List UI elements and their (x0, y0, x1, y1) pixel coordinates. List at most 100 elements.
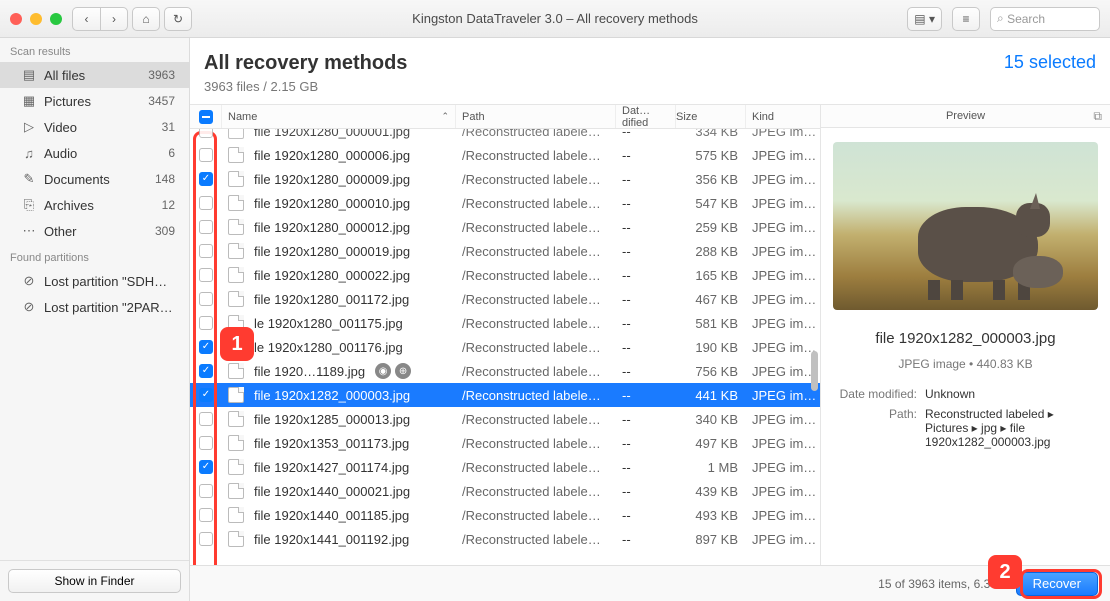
sidebar-item-count: 12 (162, 198, 179, 212)
file-size: 897 KB (676, 532, 746, 547)
file-path: /Reconstructed labele… (456, 316, 616, 331)
close-icon[interactable] (10, 13, 22, 25)
file-icon (228, 171, 244, 187)
table-row[interactable]: file 1920x1440_001185.jpg /Reconstructed… (190, 503, 820, 527)
col-date[interactable]: Dat…dified (616, 105, 676, 128)
table-row[interactable]: file 1920x1280_000006.jpg /Reconstructed… (190, 143, 820, 167)
sidebar-item-label: Lost partition "2PAR… (44, 300, 173, 315)
table-row[interactable]: file 1920x1427_001174.jpg /Reconstructed… (190, 455, 820, 479)
zoom-icon[interactable] (50, 13, 62, 25)
preview-icon[interactable]: ◉ (375, 363, 391, 379)
file-kind: JPEG im… (746, 292, 820, 307)
sidebar-item[interactable]: ♫Audio6 (0, 140, 189, 166)
file-path: /Reconstructed labele… (456, 460, 616, 475)
file-name: file 1920x1280_000010.jpg (254, 196, 410, 211)
file-date: -- (616, 412, 676, 427)
file-date: -- (616, 129, 676, 139)
filter-button[interactable]: ≡ (952, 7, 980, 31)
preview-date: Unknown (925, 387, 1098, 401)
sidebar-partition[interactable]: ⊘Lost partition "SDH… (0, 268, 189, 294)
table-row[interactable]: file 1920x1441_001192.jpg /Reconstructed… (190, 527, 820, 551)
file-name: file 1920x1441_001192.jpg (254, 532, 409, 547)
sidebar-item-label: Pictures (44, 94, 91, 109)
table-row[interactable]: file 1920x1280_000022.jpg /Reconstructed… (190, 263, 820, 287)
file-name: file 1920x1353_001173.jpg (254, 436, 409, 451)
col-path[interactable]: Path (456, 105, 616, 128)
col-kind[interactable]: Kind (746, 105, 820, 128)
file-icon (228, 243, 244, 259)
file-name: file 1920x1280_000022.jpg (254, 268, 410, 283)
sliders-icon: ≡ (962, 12, 969, 26)
minimize-icon[interactable] (30, 13, 42, 25)
col-name[interactable]: Name⌃ (222, 105, 456, 128)
popout-icon[interactable]: ⧉ (1093, 109, 1102, 124)
file-icon (228, 387, 244, 403)
file-name: file 1920x1440_001185.jpg (254, 508, 409, 523)
file-size: 497 KB (676, 436, 746, 451)
annotation-badge-2: 2 (988, 555, 1022, 589)
sidebar-item-count: 3963 (148, 68, 179, 82)
file-path: /Reconstructed labele… (456, 292, 616, 307)
sidebar-item[interactable]: ▷Video31 (0, 114, 189, 140)
view-mode-button[interactable]: ▤ ▾ (907, 7, 942, 31)
show-in-finder-button[interactable]: Show in Finder (8, 569, 181, 593)
table-row[interactable]: file 1920x1280_000019.jpg /Reconstructed… (190, 239, 820, 263)
sidebar-item[interactable]: ▤All files3963 (0, 62, 189, 88)
refresh-button[interactable]: ↻ (164, 7, 192, 31)
file-icon (228, 531, 244, 547)
file-path: /Reconstructed labele… (456, 412, 616, 427)
row-checkbox[interactable] (199, 129, 213, 138)
sidebar-item-label: All files (44, 68, 85, 83)
table-row[interactable]: file 1920x1280_000012.jpg /Reconstructed… (190, 215, 820, 239)
preview-panel: Preview ⧉ file 1920x1282_000003.jpg JPEG… (820, 104, 1110, 565)
file-path: /Reconstructed labele… (456, 532, 616, 547)
sidebar-item-count: 148 (155, 172, 179, 186)
forward-button[interactable]: › (100, 7, 128, 31)
more-icon[interactable]: ⊕ (395, 363, 411, 379)
sidebar-item[interactable]: ⋯Other309 (0, 218, 189, 244)
sidebar-item-label: Documents (44, 172, 110, 187)
annotation-recover-highlight (1020, 569, 1102, 599)
file-name: file 1920x1280_000006.jpg (254, 148, 410, 163)
file-icon (228, 507, 244, 523)
table-row[interactable]: file 1920x1280_000010.jpg /Reconstructed… (190, 191, 820, 215)
col-size[interactable]: Size (676, 105, 746, 128)
file-kind: JPEG im… (746, 316, 820, 331)
table-row[interactable]: le 1920x1280_001176.jpg /Reconstructed l… (190, 335, 820, 359)
table-row[interactable]: file 1920x1440_000021.jpg /Reconstructed… (190, 479, 820, 503)
table-row[interactable]: le 1920x1280_001175.jpg /Reconstructed l… (190, 311, 820, 335)
table-row[interactable]: file 1920x1285_000013.jpg /Reconstructed… (190, 407, 820, 431)
sidebar-partition[interactable]: ⊘Lost partition "2PAR… (0, 294, 189, 320)
home-button[interactable]: ⌂ (132, 7, 160, 31)
file-path: /Reconstructed labele… (456, 508, 616, 523)
table-row[interactable]: file 1920x1280_000001.jpg /Reconstructed… (190, 129, 820, 143)
disk-icon: ⊘ (20, 273, 38, 289)
file-path: /Reconstructed labele… (456, 436, 616, 451)
preview-meta: JPEG image • 440.83 KB (833, 357, 1098, 371)
table-row[interactable]: file 1920x1280_000009.jpg /Reconstructed… (190, 167, 820, 191)
file-name: le 1920x1280_001175.jpg (254, 316, 403, 331)
select-all-checkbox[interactable] (199, 110, 213, 124)
file-kind: JPEG im… (746, 412, 820, 427)
scrollbar-thumb[interactable] (811, 351, 818, 391)
search-icon: ⌕ (997, 11, 1004, 26)
search-input[interactable]: ⌕ Search (990, 7, 1100, 31)
file-size: 547 KB (676, 196, 746, 211)
file-size: 441 KB (676, 388, 746, 403)
category-icon: ✎ (20, 171, 38, 187)
sidebar-item-count: 309 (155, 224, 179, 238)
sidebar-section-scan: Scan results (0, 38, 189, 62)
table-row[interactable]: file 1920x1353_001173.jpg /Reconstructed… (190, 431, 820, 455)
file-icon (228, 459, 244, 475)
back-button[interactable]: ‹ (72, 7, 100, 31)
sidebar-item[interactable]: ✎ Documents 148 (0, 166, 189, 192)
file-date: -- (616, 436, 676, 451)
file-path: /Reconstructed labele… (456, 129, 616, 139)
table-row[interactable]: file 1920…1189.jpg◉⊕ /Reconstructed labe… (190, 359, 820, 383)
sidebar-item[interactable]: ▦Pictures3457 (0, 88, 189, 114)
file-icon (228, 411, 244, 427)
file-path: /Reconstructed labele… (456, 388, 616, 403)
table-row[interactable]: file 1920x1282_000003.jpg /Reconstructed… (190, 383, 820, 407)
table-row[interactable]: file 1920x1280_001172.jpg /Reconstructed… (190, 287, 820, 311)
sidebar-item[interactable]: ⎘Archives12 (0, 192, 189, 218)
